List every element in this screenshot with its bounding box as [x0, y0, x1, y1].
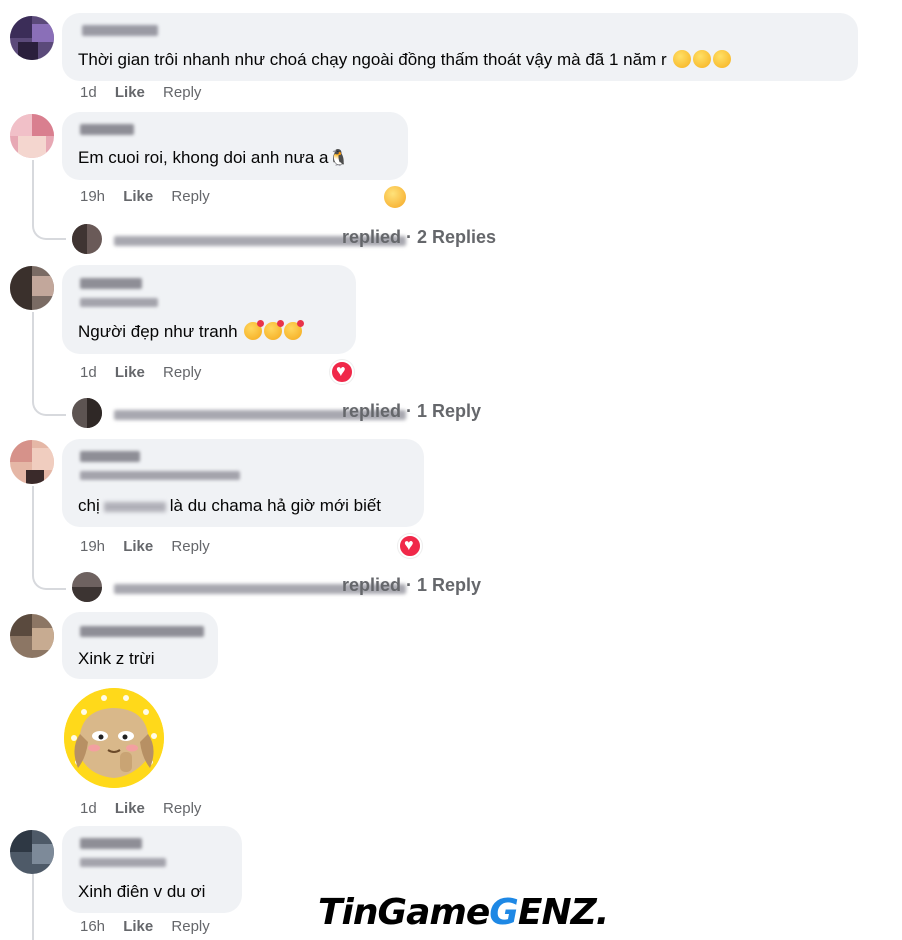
love-reaction-icon[interactable] — [330, 360, 354, 384]
view-replies-link[interactable]: replied · 1 Reply — [70, 398, 490, 428]
comment-meta: 1d Like Reply — [80, 364, 201, 381]
comment-bubble: chị là du chama hả giờ mới biết — [62, 439, 424, 527]
comment-time[interactable]: 1d — [80, 364, 97, 381]
commenter-name-redacted[interactable] — [80, 278, 142, 289]
avatar[interactable] — [10, 16, 54, 60]
reply-button[interactable]: Reply — [171, 918, 209, 935]
like-button[interactable]: Like — [115, 800, 145, 817]
comment-bubble: Thời gian trôi nhanh như choá chạy ngoài… — [62, 13, 858, 81]
comment-bubble: Em cuoi roi, khong doi anh nưa a🐧 — [62, 112, 408, 180]
comment-meta: 1d Like Reply — [80, 84, 201, 101]
comment-text: Xinh điên v du ơi — [78, 882, 206, 901]
avatar[interactable] — [10, 266, 54, 310]
commenter-name-redacted[interactable] — [80, 626, 204, 637]
smiling-hearts-emoji-icon — [264, 320, 285, 340]
commenter-subtitle-redacted — [80, 298, 158, 307]
reply-button[interactable]: Reply — [163, 800, 201, 817]
smiling-hearts-emoji-icon — [244, 320, 265, 340]
comment-time[interactable]: 19h — [80, 538, 105, 555]
comment-time[interactable]: 16h — [80, 918, 105, 935]
comment-bubble: Xink z trừi — [62, 612, 218, 679]
smiling-hearts-emoji-icon — [284, 320, 305, 340]
reply-button[interactable]: Reply — [163, 364, 201, 381]
commenter-name-redacted[interactable] — [80, 124, 134, 135]
like-button[interactable]: Like — [123, 188, 153, 205]
sticker-image[interactable] — [64, 688, 164, 788]
comment-text: Thời gian trôi nhanh như choá chạy ngoài… — [78, 50, 732, 70]
commenter-name-redacted[interactable] — [82, 25, 158, 36]
commenter-name-redacted[interactable] — [80, 838, 142, 849]
avatar[interactable] — [10, 114, 54, 158]
replies-count[interactable]: replied · 1 Reply — [342, 401, 481, 422]
thread-line — [32, 160, 34, 222]
penguin-emoji-icon: 🐧 — [328, 150, 349, 167]
watermark-logo: TinGameGENZ. — [318, 892, 609, 933]
avatar[interactable] — [10, 614, 54, 658]
replies-count[interactable]: replied · 2 Replies — [342, 227, 496, 248]
like-button[interactable]: Like — [115, 84, 145, 101]
commenter-subtitle-redacted — [80, 858, 166, 867]
view-replies-link[interactable]: replied · 2 Replies — [70, 224, 510, 254]
comment-meta: 16h Like Reply — [80, 918, 210, 935]
like-button[interactable]: Like — [123, 918, 153, 935]
comment-bubble: Xinh điên v du ơi — [62, 826, 242, 913]
love-reaction-icon[interactable] — [398, 534, 422, 558]
avatar — [72, 572, 102, 602]
comment-bubble: Người đẹp như tranh — [62, 265, 356, 354]
thread-line — [32, 486, 34, 572]
comment-meta: 1d Like Reply — [80, 800, 201, 817]
thread-connector — [32, 398, 66, 416]
thread-line — [32, 312, 34, 398]
comment-text: Xink z trừi — [78, 649, 155, 668]
avatar[interactable] — [10, 830, 54, 874]
haha-reaction-icon[interactable] — [383, 185, 407, 209]
mentioned-name-redacted[interactable] — [103, 501, 166, 512]
comment-meta: 19h Like Reply — [80, 538, 210, 555]
rofl-emoji-icon — [693, 50, 712, 68]
comment-text: chị là du chama hả giờ mới biết — [78, 496, 382, 515]
commenter-subtitle-redacted — [80, 471, 240, 480]
comment-text: Người đẹp như tranh — [78, 320, 305, 342]
comment-time[interactable]: 1d — [80, 800, 97, 817]
rofl-emoji-icon — [673, 50, 692, 68]
thread-connector — [32, 572, 66, 590]
thread-connector — [32, 222, 66, 240]
reply-button[interactable]: Reply — [171, 188, 209, 205]
comment-meta: 19h Like Reply — [80, 188, 210, 205]
like-button[interactable]: Like — [115, 364, 145, 381]
comment-time[interactable]: 1d — [80, 84, 97, 101]
avatar — [72, 224, 102, 254]
view-replies-link[interactable]: replied · 1 Reply — [70, 572, 490, 602]
replies-count[interactable]: replied · 1 Reply — [342, 575, 481, 596]
comment-text: Em cuoi roi, khong doi anh nưa a🐧 — [78, 148, 349, 167]
avatar[interactable] — [10, 440, 54, 484]
reply-button[interactable]: Reply — [163, 84, 201, 101]
commenter-name-redacted[interactable] — [80, 451, 140, 462]
like-button[interactable]: Like — [123, 538, 153, 555]
thread-line — [32, 872, 34, 940]
comment-time[interactable]: 19h — [80, 188, 105, 205]
reply-button[interactable]: Reply — [171, 538, 209, 555]
rofl-emoji-icon — [713, 50, 732, 68]
avatar — [72, 398, 102, 428]
